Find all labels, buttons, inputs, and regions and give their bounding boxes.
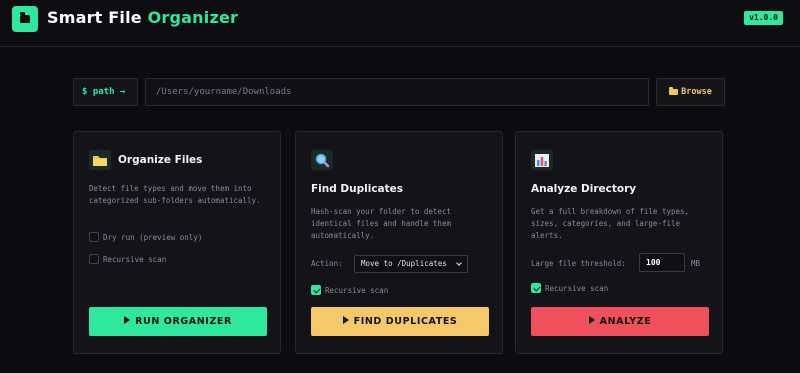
path-input[interactable] xyxy=(145,78,649,106)
recursive-scan-label: Recursive scan xyxy=(103,255,167,264)
folder-icon xyxy=(669,87,679,95)
action-select[interactable]: Move to /Duplicates xyxy=(354,255,468,273)
path-bar: $ path → Browse xyxy=(73,78,725,106)
chevron-down-icon xyxy=(456,260,462,266)
play-icon xyxy=(342,316,349,324)
organize-description: Detect file types and move them into cat… xyxy=(89,184,261,205)
browse-button[interactable]: Browse xyxy=(656,78,725,106)
duplicates-title: Find Duplicates xyxy=(311,183,404,195)
analyze-description: Get a full breakdown of file types, size… xyxy=(531,207,690,240)
browse-label: Browse xyxy=(681,87,712,97)
analyze-card: Analyze Directory Get a full breakdown o… xyxy=(515,131,723,354)
path-label: $ path → xyxy=(73,78,138,106)
run-organizer-button[interactable]: RUN ORGANIZER xyxy=(89,307,267,336)
organize-title: Organize Files xyxy=(118,154,203,166)
run-organizer-label: RUN ORGANIZER xyxy=(135,316,232,327)
magnifier-icon xyxy=(311,150,333,170)
threshold-input[interactable] xyxy=(639,253,685,272)
find-duplicates-button[interactable]: FIND DUPLICATES xyxy=(311,307,489,336)
recursive-scan-option[interactable]: Recursive scan xyxy=(89,254,166,266)
app-title-accent: Organizer xyxy=(147,8,239,27)
organize-card: Organize Files Detect file types and mov… xyxy=(73,131,281,354)
app-header: Smart File Organizer v1.0.0 xyxy=(0,0,800,47)
recursive-scan-label: Recursive scan xyxy=(325,286,389,295)
version-badge: v1.0.0 xyxy=(744,11,783,25)
dry-run-checkbox[interactable] xyxy=(89,232,99,242)
recursive-scan-checkbox[interactable] xyxy=(311,285,321,295)
dry-run-option[interactable]: Dry run (preview only) xyxy=(89,232,202,244)
app-title: Smart File Organizer xyxy=(47,6,238,30)
action-label: Action: xyxy=(311,259,343,268)
app-title-main: Smart File xyxy=(47,8,148,27)
recursive-scan-label: Recursive scan xyxy=(545,284,609,293)
duplicates-card: Find Duplicates Hash-scan your folder to… xyxy=(295,131,503,354)
recursive-scan-option[interactable]: Recursive scan xyxy=(311,285,388,297)
play-icon xyxy=(124,316,131,324)
analyze-title: Analyze Directory xyxy=(531,183,637,195)
recursive-scan-checkbox[interactable] xyxy=(89,254,99,264)
bar-chart-icon xyxy=(531,150,553,170)
recursive-scan-checkbox[interactable] xyxy=(531,283,541,293)
threshold-label: Large file threshold: xyxy=(531,259,626,268)
action-select-value: Move to /Duplicates xyxy=(361,259,447,268)
find-duplicates-label: FIND DUPLICATES xyxy=(353,316,458,327)
folder-icon xyxy=(89,150,111,170)
duplicates-description: Hash-scan your folder to detect identica… xyxy=(311,207,451,240)
analyze-button[interactable]: ANALYZE xyxy=(531,307,709,336)
analyze-label: ANALYZE xyxy=(599,316,652,327)
play-icon xyxy=(588,316,595,324)
threshold-unit: MB xyxy=(691,259,701,268)
recursive-scan-option[interactable]: Recursive scan xyxy=(531,283,608,295)
dry-run-label: Dry run (preview only) xyxy=(103,233,203,242)
logo-icon xyxy=(12,6,38,32)
